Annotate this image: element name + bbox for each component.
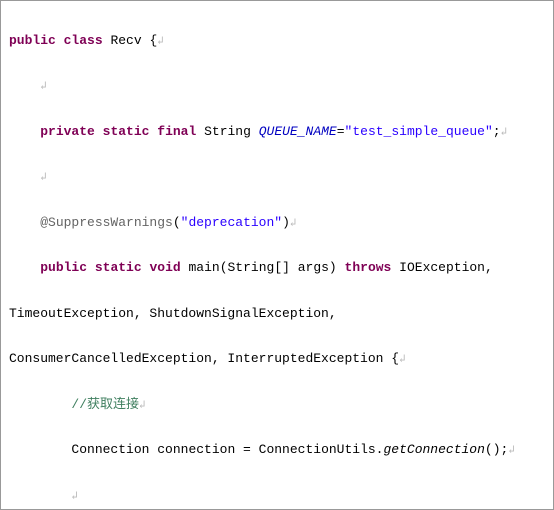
code-line: public class Recv {↲	[9, 30, 545, 53]
semi: ;	[493, 124, 501, 139]
class-name: Recv	[110, 33, 141, 48]
keyword-final: final	[157, 124, 196, 139]
brace: {	[142, 33, 158, 48]
code-editor: public class Recv {↲ ↲ private static fi…	[0, 0, 554, 510]
keyword-class: class	[64, 33, 103, 48]
linefeed-icon: ↲	[399, 354, 406, 366]
code-text: Connection connection = ConnectionUtils.	[71, 442, 383, 457]
static-method: getConnection	[383, 442, 484, 457]
linefeed-icon: ↲	[501, 127, 508, 139]
code-line: @SuppressWarnings("deprecation")↲	[9, 212, 545, 235]
linefeed-icon: ↲	[71, 491, 78, 503]
code-line: private static final String QUEUE_NAME="…	[9, 121, 545, 144]
linefeed-icon: ↲	[290, 218, 297, 230]
string-literal: "test_simple_queue"	[345, 124, 493, 139]
method-sig: main(String[] args)	[189, 260, 337, 275]
code-line: ConsumerCancelledException, InterruptedE…	[9, 348, 545, 371]
paren: (	[173, 215, 181, 230]
keyword-static: static	[95, 260, 142, 275]
code-line: //获取连接↲	[9, 394, 545, 417]
keyword-public: public	[9, 33, 56, 48]
code-line: ↲	[9, 485, 545, 508]
comment: //获取连接	[71, 397, 139, 412]
code-line: public static void main(String[] args) t…	[9, 257, 545, 280]
annotation: @SuppressWarnings	[40, 215, 173, 230]
linefeed-icon: ↲	[40, 172, 47, 184]
code-line: Connection connection = ConnectionUtils.…	[9, 439, 545, 462]
op: =	[337, 124, 345, 139]
code-text: ();	[485, 442, 508, 457]
paren: )	[282, 215, 290, 230]
code-line: TimeoutException, ShutdownSignalExceptio…	[9, 303, 545, 326]
constant-queue-name: QUEUE_NAME	[259, 124, 337, 139]
keyword-throws: throws	[345, 260, 392, 275]
linefeed-icon: ↲	[508, 445, 515, 457]
keyword-public: public	[40, 260, 87, 275]
code-line: ↲	[9, 75, 545, 98]
keyword-private: private	[40, 124, 95, 139]
linefeed-icon: ↲	[139, 400, 146, 412]
linefeed-icon: ↲	[157, 36, 164, 48]
exception-list: ConsumerCancelledException, InterruptedE…	[9, 351, 399, 366]
keyword-static: static	[103, 124, 150, 139]
type: String	[204, 124, 251, 139]
code-line: ↲	[9, 166, 545, 189]
exception: IOException,	[399, 260, 493, 275]
linefeed-icon: ↲	[40, 81, 47, 93]
string-literal: "deprecation"	[181, 215, 282, 230]
keyword-void: void	[149, 260, 180, 275]
exception-list: TimeoutException, ShutdownSignalExceptio…	[9, 306, 337, 321]
